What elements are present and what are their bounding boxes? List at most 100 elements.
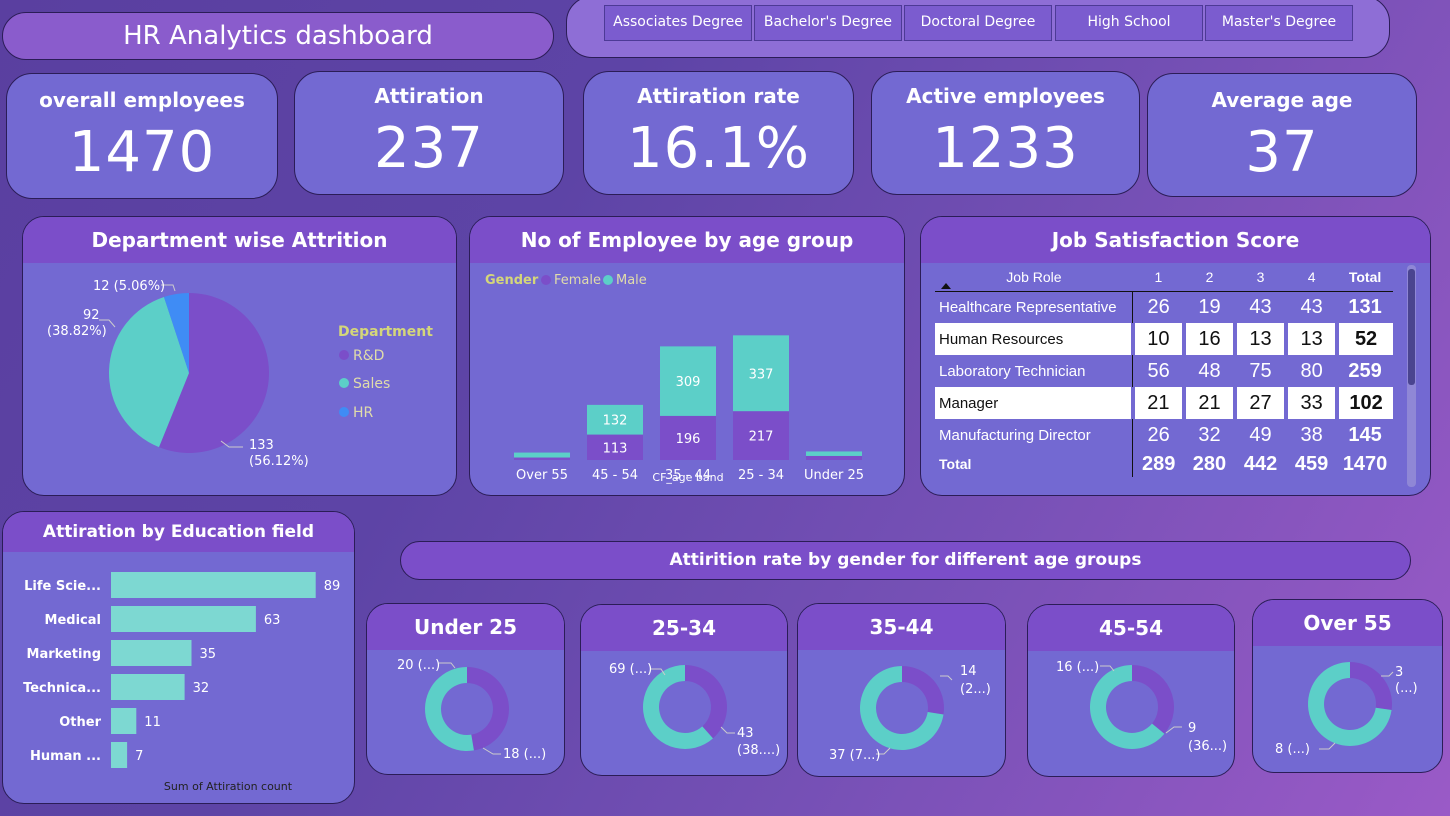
table-row[interactable]: Manufacturing Director 26 32 49 38 145 xyxy=(935,419,1393,451)
cell: 49 xyxy=(1249,423,1272,446)
slicer-doctoral[interactable]: Doctoral Degree xyxy=(904,5,1052,41)
bar-value-label: 11 xyxy=(144,715,161,730)
kpi-attrition: Attiration 237 xyxy=(294,71,564,195)
donut-label-female-pct: (2...) xyxy=(960,682,991,697)
table-row[interactable]: Laboratory Technician 56 48 75 80 259 xyxy=(935,355,1393,387)
bar-education[interactable] xyxy=(111,606,256,632)
card-title: Under 25 xyxy=(367,604,564,650)
donut-label-male: 8 (...) xyxy=(1275,742,1310,757)
job-satisfaction-card: Job Satisfaction Score Job Role 1 2 3 4 … xyxy=(920,216,1431,496)
donut-label-female-pct: (36...) xyxy=(1188,739,1227,754)
donut-slice-female[interactable] xyxy=(1350,662,1392,710)
kpi-value: 1233 xyxy=(932,116,1079,181)
legend-male-marker xyxy=(603,275,613,285)
y-tick-label: Marketing xyxy=(27,647,101,662)
donut-slice-female[interactable] xyxy=(467,667,509,751)
kpi-label: Attiration rate xyxy=(637,84,800,108)
kpi-value: 1470 xyxy=(68,120,216,185)
cell: 13 xyxy=(1284,323,1338,355)
kpi-label: Attiration xyxy=(374,84,484,108)
col-header-total[interactable]: Total xyxy=(1337,263,1393,291)
card-title: Attiration by Education field xyxy=(3,512,354,552)
pie-label-hr: 12 (5.06%) xyxy=(93,279,165,294)
donut-slice-female[interactable] xyxy=(1132,665,1174,734)
table-scrollbar[interactable] xyxy=(1407,265,1416,487)
cell-role: Manager xyxy=(935,387,1133,419)
donut-card-under-25: Under 25 20 (...) 18 (...) xyxy=(366,603,565,775)
gender-banner: Attirition rate by gender for different … xyxy=(400,541,1411,580)
education-bar-chart: Life Scie... 89 Medical 63 Marketing 35 Techni… xyxy=(23,572,340,793)
bar-education[interactable] xyxy=(111,708,137,734)
slicer-associates[interactable]: Associates Degree xyxy=(604,5,752,41)
table-row[interactable]: Manager 21 21 27 33 102 xyxy=(935,387,1393,419)
donut-chart-under-25: 20 (...) 18 (...) xyxy=(397,658,546,762)
col-header-1[interactable]: 1 xyxy=(1133,263,1184,291)
kpi-average-age: Average age 37 xyxy=(1147,73,1417,197)
bar-education[interactable] xyxy=(111,572,316,598)
donut-slice-female[interactable] xyxy=(902,666,944,715)
donut-chart-35-44: 14 (2...) 37 (7...) xyxy=(829,664,991,763)
bar-label-female: 196 xyxy=(676,432,701,447)
slicer-masters[interactable]: Master's Degree xyxy=(1205,5,1353,41)
table-row[interactable]: Human Resources 10 16 13 13 52 xyxy=(935,323,1393,355)
sort-arrow-icon[interactable] xyxy=(941,283,951,289)
cell-total: 145 xyxy=(1348,423,1382,446)
donut-label-female: 18 (...) xyxy=(503,747,546,762)
legend-title: Gender xyxy=(485,273,539,288)
legend-female: Female xyxy=(554,273,601,288)
cell-total: 131 xyxy=(1348,295,1382,318)
col-header-3[interactable]: 3 xyxy=(1235,263,1286,291)
donut-card-25-34: 25-34 69 (...) 43 (38....) xyxy=(580,604,788,776)
table-total-row: Total 289 280 442 459 1470 xyxy=(935,451,1393,477)
cell: 43 xyxy=(1300,295,1323,318)
pie-label-rd: 133 xyxy=(249,438,274,453)
y-tick-label: Technica... xyxy=(23,681,101,696)
legend-hr: HR xyxy=(353,405,374,421)
kpi-value: 37 xyxy=(1245,120,1319,185)
col-header-job-role[interactable]: Job Role xyxy=(935,263,1133,291)
donut-label-male: 20 (...) xyxy=(397,658,440,673)
cell: 21 xyxy=(1130,387,1184,419)
table-row[interactable]: Healthcare Representative 26 19 43 43 13… xyxy=(935,291,1393,323)
legend-female-marker xyxy=(541,275,551,285)
cell: 10 xyxy=(1130,323,1184,355)
bar-value-label: 32 xyxy=(193,681,210,696)
donut-label-male: 37 (7...) xyxy=(829,748,881,763)
col-header-2[interactable]: 2 xyxy=(1184,263,1235,291)
cell: 16 xyxy=(1181,323,1235,355)
bar-education[interactable] xyxy=(111,742,128,768)
education-slicer: Associates Degree Bachelor's Degree Doct… xyxy=(566,0,1390,58)
donut-slice-male[interactable] xyxy=(425,667,474,751)
slicer-high-school[interactable]: High School xyxy=(1055,5,1203,41)
bar-label-female: 113 xyxy=(603,441,628,456)
bar-female[interactable] xyxy=(806,455,862,460)
donut-label-male: 69 (...) xyxy=(609,662,652,677)
bar-female[interactable] xyxy=(514,457,570,460)
bar-education[interactable] xyxy=(111,674,185,700)
bar-education[interactable] xyxy=(111,640,192,666)
donut-label-female-pct: (...) xyxy=(1395,681,1418,696)
kpi-active-employees: Active employees 1233 xyxy=(871,71,1140,195)
age-group-bar-chart: Gender Female Male Over 55 113 132 45 - 54 1… xyxy=(485,273,864,484)
legend-title: Department xyxy=(338,324,433,340)
bar-male[interactable] xyxy=(806,451,862,456)
slicer-bachelors[interactable]: Bachelor's Degree xyxy=(754,5,902,41)
kpi-overall-employees: overall employees 1470 xyxy=(6,73,278,199)
cell: 27 xyxy=(1232,387,1287,419)
donut-chart-over-55: 3 (...) 8 (...) xyxy=(1275,662,1418,757)
cell: 13 xyxy=(1232,323,1287,355)
y-tick-label: Medical xyxy=(45,613,101,628)
bar-male[interactable] xyxy=(514,452,570,458)
card-title: No of Employee by age group xyxy=(470,217,904,263)
col-header-4[interactable]: 4 xyxy=(1286,263,1337,291)
cell: 80 xyxy=(1300,359,1323,382)
legend-rd: R&D xyxy=(353,348,384,364)
cell: 21 xyxy=(1181,387,1235,419)
donut-label-female: 9 xyxy=(1188,721,1196,736)
bar-value-label: 7 xyxy=(135,749,143,764)
cell: 33 xyxy=(1284,387,1338,419)
legend-sales-marker xyxy=(339,378,349,388)
scrollbar-thumb[interactable] xyxy=(1408,269,1415,385)
donut-chart-45-54: 16 (...) 9 (36...) xyxy=(1056,660,1227,754)
card-title: 25-34 xyxy=(581,605,787,651)
